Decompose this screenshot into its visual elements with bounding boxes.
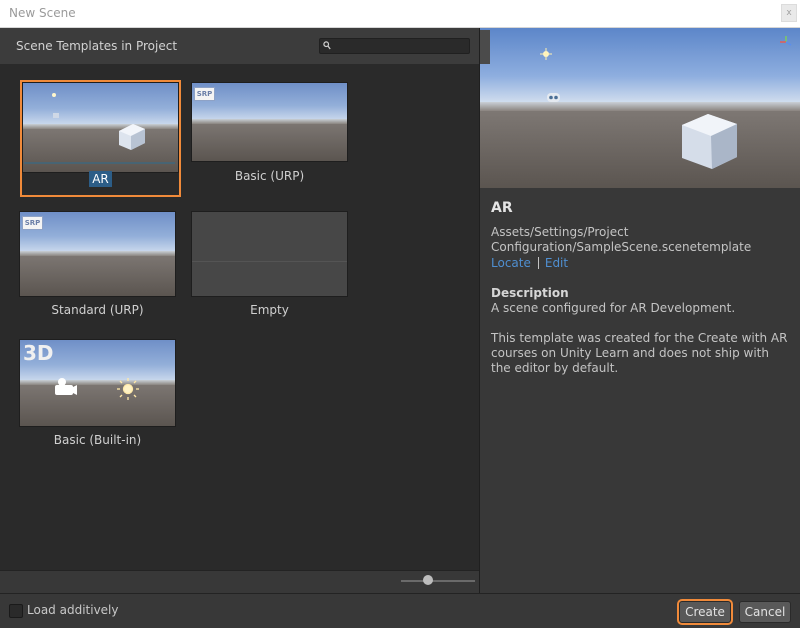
details-panel: AR Assets/Settings/Project Configuration… bbox=[480, 28, 800, 593]
template-preview bbox=[480, 28, 800, 188]
window-titlebar: New Scene x bbox=[0, 0, 800, 28]
close-button[interactable]: x bbox=[781, 4, 797, 22]
template-label-basic-builtin: Basic (Built-in) bbox=[53, 433, 142, 447]
template-label-basic-urp: Basic (URP) bbox=[234, 169, 305, 183]
cancel-button[interactable]: Cancel bbox=[739, 601, 791, 623]
sun-icon bbox=[117, 378, 139, 400]
load-additively-checkbox[interactable] bbox=[9, 604, 23, 618]
template-tile-basic-builtin[interactable]: 3D Basic (Built-in) bbox=[19, 339, 176, 451]
ar-preview-illustration bbox=[540, 36, 792, 169]
window-title: New Scene bbox=[9, 6, 76, 20]
template-links: Locate Edit bbox=[491, 256, 568, 270]
ar-scene-illustration bbox=[24, 93, 175, 164]
orientation-gizmo-icon bbox=[780, 36, 792, 46]
create-button[interactable]: Create bbox=[679, 601, 731, 623]
dialog-footer: Load additively Create Cancel bbox=[0, 593, 800, 628]
thumbnail-size-bar bbox=[0, 570, 479, 594]
template-thumbnail: 3D bbox=[19, 339, 176, 427]
search-field[interactable] bbox=[319, 38, 470, 54]
templates-header: Scene Templates in Project bbox=[0, 28, 479, 64]
locate-link[interactable]: Locate bbox=[491, 256, 531, 270]
thumbnail-size-slider[interactable] bbox=[401, 580, 475, 582]
template-tile-ar[interactable]: AR bbox=[20, 80, 181, 197]
search-icon bbox=[323, 41, 331, 50]
camera-icon bbox=[547, 93, 560, 102]
template-note: This template was created for the Create… bbox=[491, 331, 788, 375]
edit-link[interactable]: Edit bbox=[545, 256, 568, 270]
search-input[interactable] bbox=[334, 39, 464, 52]
camera-and-light-icons bbox=[55, 378, 139, 400]
template-tile-basic-urp[interactable]: SRP Basic (URP) bbox=[191, 82, 348, 194]
templates-panel: Scene Templates in Project AR SRP Basic … bbox=[0, 28, 479, 594]
template-thumbnail bbox=[191, 211, 348, 297]
cube-object bbox=[682, 114, 737, 169]
template-path: Assets/Settings/Project Configuration/Sa… bbox=[491, 225, 752, 254]
template-thumbnail: SRP bbox=[191, 82, 348, 162]
srp-badge-icon: SRP bbox=[194, 87, 215, 101]
slider-handle[interactable] bbox=[423, 575, 433, 585]
light-icon bbox=[540, 48, 552, 60]
description-text: A scene configured for AR Development. bbox=[491, 301, 736, 315]
templates-grid: AR SRP Basic (URP) SRP Standard (URP) Em… bbox=[0, 64, 479, 570]
template-label-empty: Empty bbox=[250, 303, 289, 317]
close-icon: x bbox=[786, 8, 792, 18]
template-tile-standard-urp[interactable]: SRP Standard (URP) bbox=[19, 211, 176, 323]
link-separator bbox=[537, 257, 539, 269]
template-name: AR bbox=[491, 200, 513, 216]
templates-heading: Scene Templates in Project bbox=[16, 39, 178, 53]
load-additively-label[interactable]: Load additively bbox=[27, 603, 118, 617]
template-label-standard-urp: Standard (URP) bbox=[51, 303, 144, 317]
camera-icon bbox=[55, 378, 77, 395]
template-thumbnail bbox=[22, 82, 179, 173]
template-thumbnail: SRP bbox=[19, 211, 176, 297]
template-tile-empty[interactable]: Empty bbox=[191, 211, 348, 323]
srp-badge-icon: SRP bbox=[22, 216, 43, 230]
template-label-ar: AR bbox=[89, 171, 112, 187]
description-heading: Description bbox=[491, 286, 569, 300]
